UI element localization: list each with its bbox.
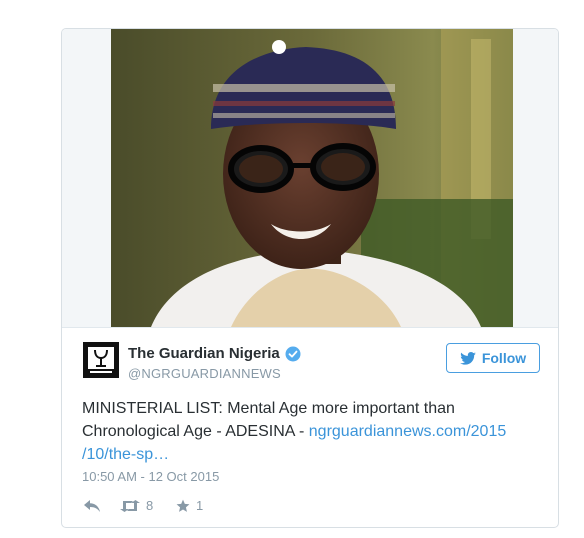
- verified-badge-icon: [285, 346, 301, 361]
- retweet-count: 8: [146, 498, 154, 513]
- tweet-text: MINISTERIAL LIST: Mental Age more import…: [82, 397, 522, 466]
- tweet-link-line1: ngrguardiannews.com/2015: [308, 423, 507, 440]
- reply-button[interactable]: [84, 499, 120, 512]
- author-name-row: The Guardian Nigeria: [128, 345, 301, 362]
- like-button[interactable]: 1: [176, 498, 216, 513]
- author-avatar[interactable]: [83, 342, 119, 378]
- like-count: 1: [196, 498, 204, 513]
- tweet-photo[interactable]: [111, 29, 513, 327]
- author-handle[interactable]: @NGRGUARDIANNEWS: [128, 366, 281, 381]
- author-name[interactable]: The Guardian Nigeria: [128, 345, 280, 362]
- tweet-timestamp[interactable]: 10:50 AM - 12 Oct 2015: [82, 469, 219, 484]
- retweet-icon: [120, 499, 140, 512]
- tweet-actions: 8 1: [84, 498, 216, 513]
- follow-button-label: Follow: [481, 350, 527, 366]
- guardian-logo-icon: [85, 344, 117, 376]
- follow-button[interactable]: Follow: [446, 343, 540, 373]
- reply-icon: [84, 499, 100, 512]
- embedded-tweet-card: The Guardian Nigeria @NGRGUARDIANNEWS Fo…: [61, 28, 559, 528]
- tweet-media[interactable]: [62, 29, 558, 328]
- tweet-link-line2: /10/the-sp…: [82, 446, 170, 463]
- star-icon: [176, 499, 190, 512]
- twitter-bird-icon: [460, 351, 476, 365]
- retweet-button[interactable]: 8: [120, 498, 176, 513]
